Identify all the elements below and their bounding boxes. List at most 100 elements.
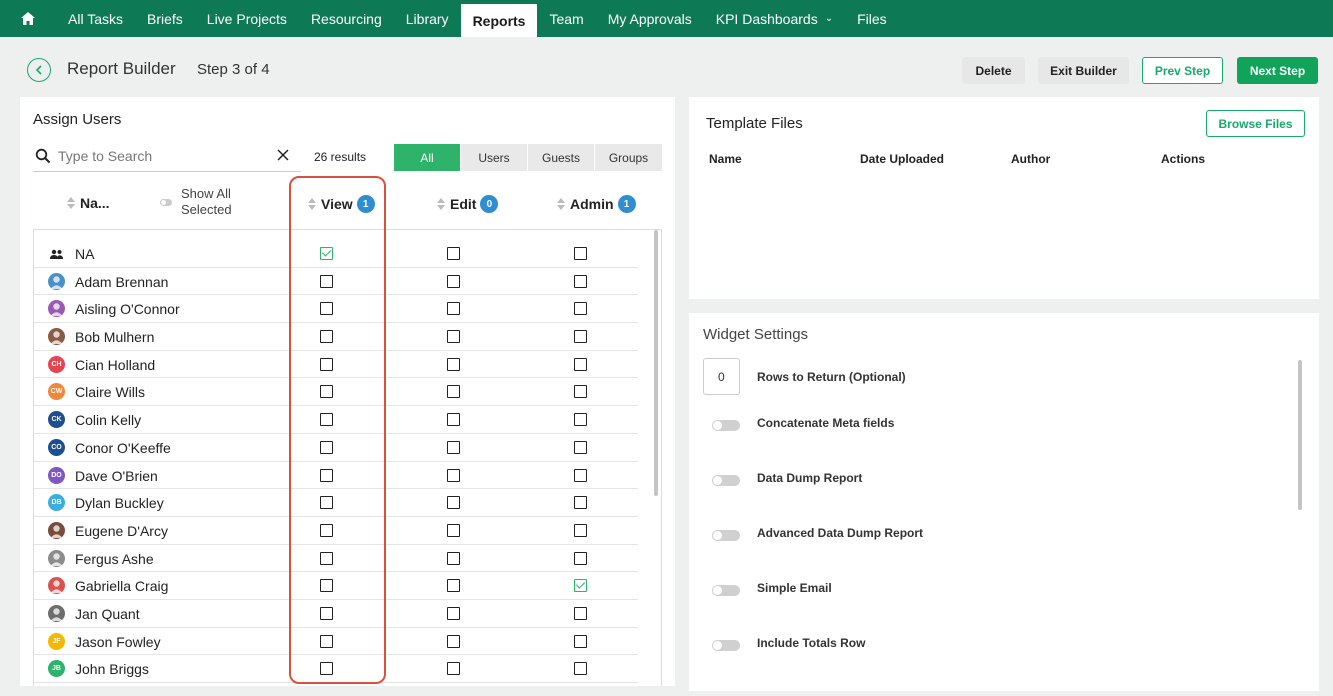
edit-checkbox[interactable] [447,634,460,648]
view-checkbox[interactable] [320,413,333,427]
edit-checkbox[interactable] [447,606,460,620]
view-checkbox[interactable] [320,606,333,620]
toggle-switch[interactable] [712,585,740,596]
admin-count-badge: 1 [617,195,636,213]
admin-checkbox[interactable] [574,274,587,288]
column-name-header[interactable]: Na... [67,195,110,211]
view-checkbox[interactable] [320,662,333,676]
view-checkbox[interactable] [320,247,333,260]
toggle-switch[interactable] [712,530,740,541]
nav-item-live-projects[interactable]: Live Projects [195,0,299,37]
admin-checkbox[interactable] [574,330,587,344]
edit-checkbox[interactable] [447,579,460,593]
nav-item-reports[interactable]: Reports [460,4,538,37]
admin-checkbox[interactable] [574,247,587,260]
edit-checkbox[interactable] [447,551,460,565]
filter-segmented-control: All Users Guests Groups [394,144,662,171]
edit-checkbox[interactable] [447,523,460,537]
admin-checkbox[interactable] [574,606,587,620]
edit-checkbox[interactable] [447,247,460,260]
group-icon [48,245,65,262]
edit-checkbox[interactable] [447,385,460,399]
show-all-selected-toggle[interactable]: Show All Selected [160,186,241,218]
user-list-scrollbar[interactable] [654,230,658,496]
toggle-switch[interactable] [712,475,740,486]
home-icon [21,12,35,25]
nav-item-label: Team [549,10,584,27]
view-checkbox[interactable] [320,302,333,316]
next-step-button[interactable]: Next Step [1237,57,1318,84]
admin-checkbox[interactable] [574,440,587,454]
filter-guests[interactable]: Guests [528,144,595,171]
edit-checkbox[interactable] [447,496,460,510]
view-checkbox[interactable] [320,634,333,648]
view-checkbox[interactable] [320,523,333,537]
view-checkbox[interactable] [320,357,333,371]
column-view-label: View [321,196,353,212]
edit-checkbox[interactable] [447,302,460,316]
nav-item-my-approvals[interactable]: My Approvals [596,0,704,37]
view-checkbox[interactable] [320,274,333,288]
admin-checkbox[interactable] [574,551,587,565]
exit-builder-button[interactable]: Exit Builder [1038,57,1129,84]
edit-checkbox[interactable] [447,274,460,288]
assign-users-heading: Assign Users [33,111,122,128]
page-title: Report Builder [67,59,176,78]
filter-all[interactable]: All [394,144,461,171]
edit-checkbox[interactable] [447,357,460,371]
nav-item-label: Library [405,10,449,27]
delete-button[interactable]: Delete [962,57,1025,84]
view-checkbox[interactable] [320,330,333,344]
admin-checkbox[interactable] [574,634,587,648]
nav-item-kpi-dashboards[interactable]: KPI Dashboards ⌄ [704,0,845,37]
edit-checkbox[interactable] [447,662,460,676]
back-button[interactable] [27,58,51,82]
view-checkbox[interactable] [320,440,333,454]
edit-checkbox[interactable] [447,413,460,427]
close-icon[interactable] [275,147,291,163]
admin-checkbox[interactable] [574,385,587,399]
template-col-name: Name [709,152,742,166]
rows-to-return-input[interactable] [703,358,740,395]
nav-item-resourcing[interactable]: Resourcing [299,0,394,37]
admin-checkbox[interactable] [574,302,587,316]
admin-checkbox[interactable] [574,468,587,482]
avatar: DB [48,494,65,512]
search-input[interactable] [58,145,268,167]
column-admin-header[interactable]: Admin 1 [557,195,636,213]
filter-users[interactable]: Users [461,144,528,171]
admin-checkbox[interactable] [574,496,587,510]
admin-checkbox[interactable] [574,662,587,676]
view-checkbox[interactable] [320,579,333,593]
nav-item-files[interactable]: Files [845,0,899,37]
results-count: 26 results [314,150,367,164]
prev-step-button[interactable]: Prev Step [1142,57,1223,84]
view-checkbox[interactable] [320,551,333,565]
filter-groups[interactable]: Groups [595,144,662,171]
home-button[interactable] [0,0,56,37]
admin-checkbox[interactable] [574,579,587,593]
edit-checkbox[interactable] [447,330,460,344]
view-checkbox[interactable] [320,468,333,482]
nav-item-library[interactable]: Library [394,0,461,37]
template-col-actions: Actions [1161,152,1206,166]
view-checkbox[interactable] [320,496,333,510]
edit-checkbox[interactable] [447,440,460,454]
edit-checkbox[interactable] [447,468,460,482]
widget-settings-scrollbar[interactable] [1298,360,1302,510]
nav-item-briefs[interactable]: Briefs [135,0,195,37]
view-checkbox[interactable] [320,385,333,399]
toggle-switch[interactable] [712,420,740,431]
browse-files-button[interactable]: Browse Files [1206,110,1305,137]
admin-checkbox[interactable] [574,357,587,371]
nav-item-team[interactable]: Team [537,0,595,37]
nav-item-all-tasks[interactable]: All Tasks [56,0,135,37]
admin-checkbox[interactable] [574,413,587,427]
column-view-header[interactable]: View 1 [308,195,375,213]
user-name: Cian Holland [75,356,156,373]
admin-checkbox[interactable] [574,523,587,537]
toggle-switch[interactable] [712,640,740,651]
user-name: Dave O'Brien [75,467,158,484]
column-edit-header[interactable]: Edit 0 [437,195,499,213]
avatar [48,521,65,539]
